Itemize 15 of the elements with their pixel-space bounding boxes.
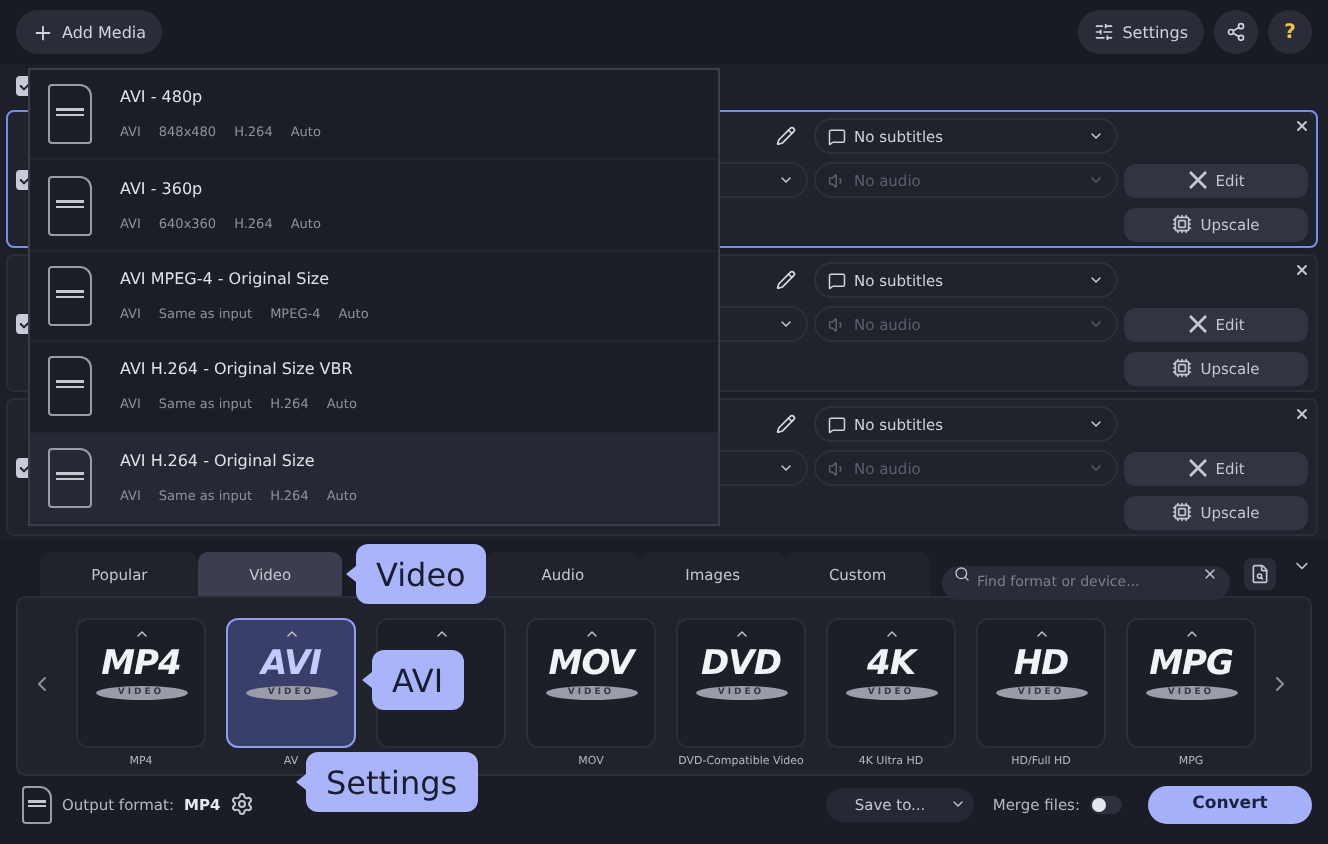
preset-title: AVI - 360p: [120, 179, 205, 198]
format-logo: MOV: [548, 646, 634, 682]
callout-tooltip: Settings: [306, 752, 478, 812]
format-logo: MPG: [1149, 646, 1233, 682]
format-logo: MP4: [101, 646, 181, 682]
format-logo: 4K: [866, 646, 915, 682]
preset-title: AVI MPEG-4 - Original Size: [120, 270, 332, 289]
preset-title: AVI H.264 - Original Size VBR: [120, 360, 355, 379]
preset-title: AVI - 480p: [120, 88, 205, 107]
format-logo: DVD: [701, 646, 781, 682]
callout-tooltip: Video: [356, 544, 486, 604]
format-logo: HD: [1013, 646, 1069, 682]
format-logo: AVI: [261, 646, 321, 682]
preset-title: AVI H.264 - Original Size: [120, 451, 317, 470]
callout-tooltip: AVI: [372, 650, 464, 710]
